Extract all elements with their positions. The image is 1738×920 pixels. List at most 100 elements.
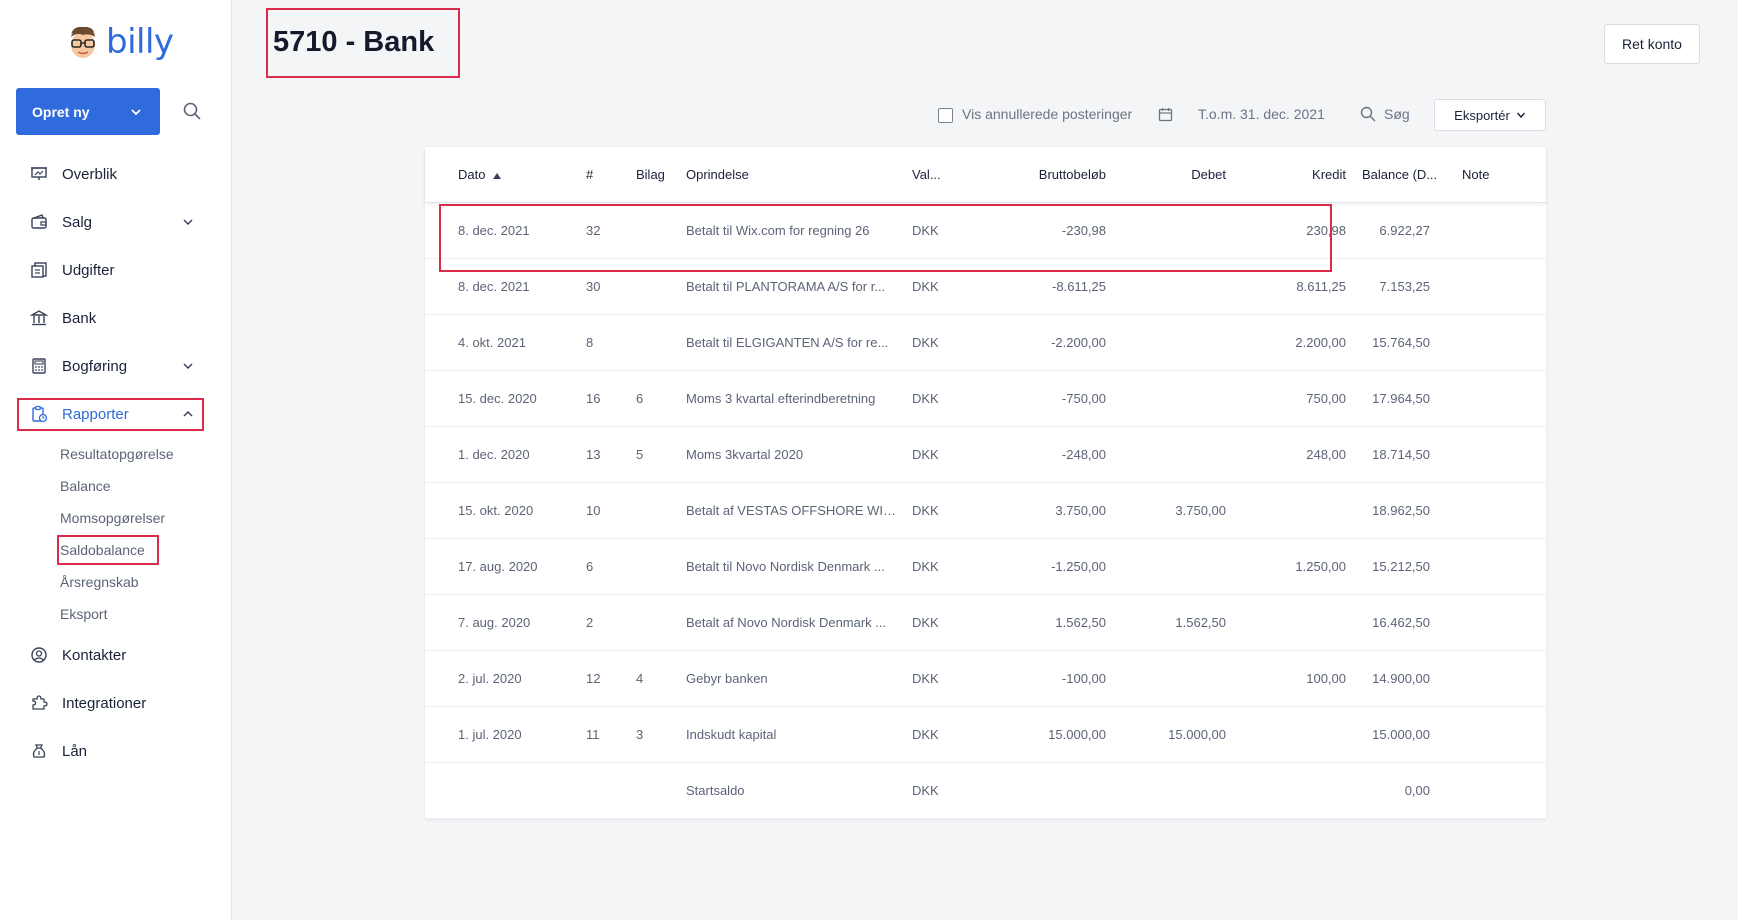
cell-balance: 0,00 [1404,783,1430,798]
sidebar-item-label: Lån [62,742,88,760]
subnav-resultatopgoerelse[interactable]: Resultatopgørelse [60,446,174,462]
cell-origin: Indskudt kapital [686,727,777,742]
bank-icon [30,310,48,326]
wallet-icon [31,214,47,229]
sidebar-item-integrationer[interactable]: Integrationer [18,686,204,720]
cell-gross: -750,00 [1061,391,1106,406]
search-button[interactable]: Søg [1384,106,1410,122]
cell-gross: 3.750,00 [1055,503,1106,518]
sidebar-item-label: Bank [62,309,97,327]
cell-gross: 1.562,50 [1055,615,1106,630]
cell-voucher: 4 [636,671,644,686]
table-row[interactable]: 7. aug. 2020 2 Betalt af Novo Nordisk Denm… [425,595,1546,651]
table-row[interactable]: 8. dec. 2021 32 Betalt til Wix.com for reg… [425,203,1546,259]
col-voucher-header[interactable]: Bilag [636,167,665,182]
table-row[interactable]: 8. dec. 2021 30 Betalt til PLANTORAMA A/S … [425,259,1546,315]
subnav-aarsregnskab[interactable]: Årsregnskab [60,574,139,590]
calculator-icon [32,358,46,374]
sidebar-item-kontakter[interactable]: Kontakter [18,638,204,672]
sidebar-item-label: Overblik [62,165,118,183]
table-row[interactable]: Startsaldo DKK 0,00 [425,763,1546,819]
export-label: Eksportér [1454,107,1510,123]
cell-balance: 18.714,50 [1372,447,1430,462]
logo[interactable]: billy [66,22,174,62]
col-balance-header[interactable]: Balance (D... [1362,167,1437,182]
cell-credit: 2.200,00 [1295,335,1346,350]
cell-currency: DKK [912,615,939,630]
col-credit-header[interactable]: Kredit [1245,167,1346,182]
subnav-balance[interactable]: Balance [60,478,111,494]
show-voided-label: Vis annullerede posteringer [962,106,1133,122]
cell-date: 15. dec. 2020 [458,391,537,406]
cell-number: 12 [586,671,601,686]
cell-date: 8. dec. 2021 [458,223,530,238]
presentation-icon [31,167,47,180]
cell-gross: -8.611,25 [1052,279,1106,294]
sidebar-item-salg[interactable]: Salg [18,205,204,239]
cell-debit: 15.000,00 [1168,727,1226,742]
col-debit-header[interactable]: Debet [1125,167,1226,182]
sidebar-item-label: Bogføring [62,357,128,375]
cell-currency: DKK [912,391,939,406]
cell-date: 4. okt. 2021 [458,335,526,350]
table-row[interactable]: 1. dec. 2020 13 5 Moms 3kvartal 2020 DKK -248… [425,427,1546,483]
chevron-down-icon [183,219,193,226]
table-header: Dato # Bilag Oprindelse Val... Bruttobel… [425,147,1546,203]
cell-credit: 230,98 [1306,223,1346,238]
cell-date: 7. aug. 2020 [458,615,531,630]
sidebar-item-rapporter[interactable]: Rapporter [18,397,204,431]
cell-number: 8 [586,335,594,350]
cell-currency: DKK [912,783,939,798]
cell-origin: Betalt til ELGIGANTEN A/S for re... [686,335,889,350]
edit-account-button[interactable]: Ret konto [1604,24,1700,64]
sidebar-item-label: Kontakter [62,646,127,664]
cell-balance: 15.212,50 [1372,559,1430,574]
cell-balance: 18.962,50 [1372,503,1430,518]
col-number-header[interactable]: # [586,167,593,182]
cell-number: 30 [586,279,601,294]
table-row[interactable]: 15. dec. 2020 16 6 Moms 3 kvartal efterindb… [425,371,1546,427]
cell-currency: DKK [912,335,939,350]
table-row[interactable]: 1. jul. 2020 11 3 Indskudt kapital DKK 15.000… [425,707,1546,763]
table-row[interactable]: 17. aug. 2020 6 Betalt til Novo Nordisk De… [425,539,1546,595]
search-icon[interactable] [1360,106,1376,122]
cell-origin: Betalt af Novo Nordisk Denmark ... [686,615,887,630]
table-row[interactable]: 2. jul. 2020 12 4 Gebyr banken DKK -100,00 100… [425,651,1546,707]
col-note-header[interactable]: Note [1462,167,1489,182]
sidebar-item-laan[interactable]: Lån [18,734,204,768]
sidebar-item-label: Integrationer [62,694,147,712]
cell-balance: 17.964,50 [1372,391,1430,406]
cell-voucher: 6 [636,391,644,406]
sidebar-item-bogfoering[interactable]: Bogføring [18,349,204,383]
transactions-table: Dato # Bilag Oprindelse Val... Bruttobel… [425,147,1546,819]
chevron-down-icon [131,108,141,115]
export-button[interactable]: Eksportér [1434,99,1546,131]
cell-number: 13 [586,447,601,462]
sidebar-item-overblik[interactable]: Overblik [18,157,204,191]
cell-credit: 100,00 [1306,671,1346,686]
col-origin-header[interactable]: Oprindelse [686,167,749,182]
show-voided-checkbox[interactable] [938,108,953,123]
cell-gross: -100,00 [1061,671,1106,686]
cell-voucher: 5 [636,447,644,462]
search-icon[interactable] [182,101,202,121]
subnav-eksport[interactable]: Eksport [60,606,107,622]
cell-gross: 15.000,00 [1048,727,1106,742]
col-date-header[interactable]: Dato [458,167,502,182]
col-currency-header[interactable]: Val... [912,167,941,182]
create-new-button[interactable]: Opret ny [16,88,160,135]
col-gross-header[interactable]: Bruttobeløb [965,167,1106,182]
sidebar-item-udgifter[interactable]: Udgifter [18,253,204,287]
subnav-saldobalance[interactable]: Saldobalance [60,542,145,558]
chevron-down-icon [1516,112,1525,119]
sidebar-item-bank[interactable]: Bank [18,301,204,335]
cell-balance: 6.922,27 [1379,223,1430,238]
cell-currency: DKK [912,223,939,238]
cell-origin: Startsaldo [686,783,745,798]
table-row[interactable]: 4. okt. 2021 8 Betalt til ELGIGANTEN A/S f… [425,315,1546,371]
puzzle-icon [32,695,48,710]
date-filter[interactable]: T.o.m. 31. dec. 2021 [1198,106,1325,122]
sidebar-item-label: Rapporter [62,405,129,423]
subnav-momsopgoerelser[interactable]: Momsopgørelser [60,510,165,526]
table-row[interactable]: 15. okt. 2020 10 Betalt af VESTAS OFFSHORE… [425,483,1546,539]
